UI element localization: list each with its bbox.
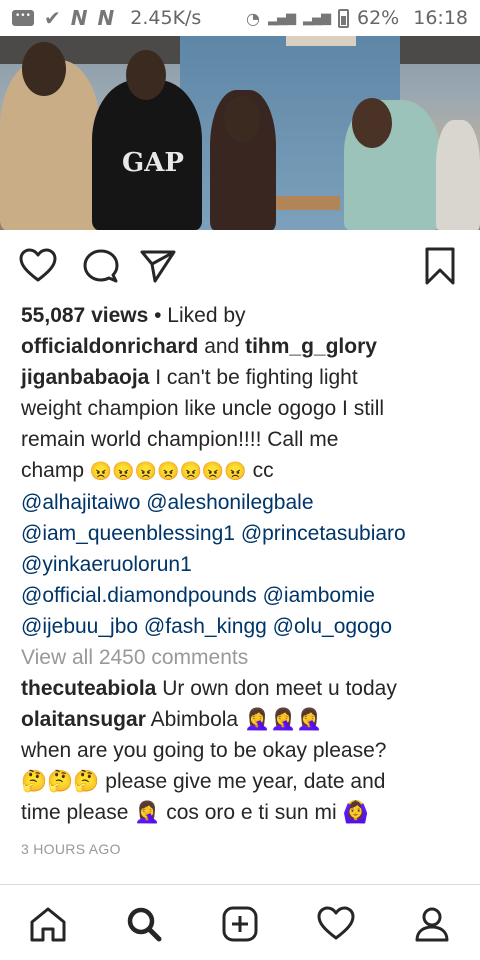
- liker-username[interactable]: officialdonrichard: [21, 335, 198, 358]
- mention-line: @iam_queenblessing1 @princetasubiaro: [21, 518, 467, 549]
- post-actions: [0, 238, 480, 294]
- post-details: 55,087 views • Liked by officialdonricha…: [21, 300, 467, 865]
- liker-username-2[interactable]: tihm_g_glory: [245, 335, 377, 358]
- mention-line: @ijebuu_jbo @fash_kingg @olu_ogogo: [21, 611, 467, 642]
- photo-head-1: [22, 42, 66, 96]
- bottom-nav: [0, 884, 480, 960]
- mention-link[interactable]: @yinkaeruolorun1: [21, 553, 192, 576]
- home-icon: [30, 907, 66, 941]
- comment: olaitansugar Abimbola 🤦‍♀️🤦‍♀️🤦‍♀️: [21, 704, 467, 735]
- likes-line: 55,087 views • Liked by: [21, 300, 467, 331]
- send-icon[interactable]: [138, 246, 178, 286]
- download-check-icon: ✔: [44, 6, 61, 30]
- post-timestamp: 3 HOURS AGO: [21, 841, 121, 857]
- author-username[interactable]: jiganbabaoja: [21, 366, 149, 389]
- clock: 16:18: [413, 7, 468, 29]
- network-speed: 2.45K/s: [130, 7, 202, 29]
- nav-new-post[interactable]: [216, 900, 264, 948]
- caption-line: champ 😠😠😠😠😠😠😠 cc: [21, 455, 467, 487]
- comment-username[interactable]: olaitansugar: [21, 708, 146, 731]
- mention-link[interactable]: @olu_ogogo: [273, 615, 392, 638]
- view-all-comments-link[interactable]: View all 2450 comments: [21, 642, 467, 673]
- caption-line: jiganbabaoja I can't be fighting light: [21, 362, 467, 393]
- photo-head-4: [352, 98, 392, 148]
- battery-level: 62%: [357, 7, 400, 29]
- comment-text: when are you going to be okay please?: [21, 739, 387, 762]
- signal-icon: ▂▄▆: [268, 10, 296, 26]
- add-post-icon: [222, 906, 258, 941]
- mention-link[interactable]: @ijebuu_jbo: [21, 615, 138, 638]
- comment-text: time please 🤦‍♀️ cos oro e ti sun mi 🙆‍♀…: [21, 801, 369, 824]
- comment-text: Abimbola 🤦‍♀️🤦‍♀️🤦‍♀️: [150, 708, 323, 731]
- mention-line: @official.diamondpounds @iambomie: [21, 580, 467, 611]
- nav-activity[interactable]: [312, 900, 360, 948]
- mention-line: @yinkaeruolorun1: [21, 549, 467, 580]
- wifi-icon: ◔: [246, 8, 260, 28]
- mention-link[interactable]: @fash_kingg: [144, 615, 267, 638]
- liked-by-label: • Liked by: [154, 304, 246, 327]
- cc-label: cc: [252, 459, 274, 482]
- status-bar: ✔ N N 2.45K/s ◔ ▂▄▆ ▂▄▆ 62% 16:18: [0, 0, 480, 36]
- battery-icon: [338, 8, 349, 28]
- photo-head-3: [224, 96, 260, 142]
- caption-text: champ: [21, 459, 85, 482]
- nav-profile[interactable]: [408, 900, 456, 948]
- heart-icon[interactable]: [18, 246, 58, 286]
- notification-n-icon-2: N: [97, 6, 115, 30]
- mention-line: @alhajitaiwo @aleshonilegbale: [21, 487, 467, 518]
- mention-link[interactable]: @alhajitaiwo: [21, 491, 140, 514]
- photo-head-2: [126, 50, 166, 100]
- caption-text: I can't be fighting light: [155, 366, 358, 389]
- message-notification-icon: [12, 10, 34, 26]
- mention-link[interactable]: @princetasubiaro: [241, 522, 406, 545]
- bookmark-icon[interactable]: [420, 246, 460, 286]
- caption-line: weight champion like uncle ogogo I still: [21, 397, 385, 420]
- nav-search[interactable]: [120, 900, 168, 948]
- photo-person-5: [436, 120, 480, 230]
- mention-link[interactable]: @iam_queenblessing1: [21, 522, 235, 545]
- profile-icon: [415, 907, 449, 941]
- caption-line: remain world champion!!!! Call me: [21, 428, 339, 451]
- and-label: and: [204, 335, 240, 358]
- comment-text: 🤔🤔🤔 please give me year, date and: [21, 770, 386, 793]
- activity-heart-icon: [317, 906, 355, 939]
- angry-emoji-row: 😠😠😠😠😠😠😠: [89, 461, 247, 481]
- nav-home[interactable]: [24, 900, 72, 948]
- photo-sign: [286, 36, 356, 46]
- likers-line: officialdonrichard and tihm_g_glory: [21, 331, 467, 362]
- comment-icon[interactable]: [80, 246, 120, 286]
- shirt-logo-text: GAP: [122, 148, 184, 178]
- views-count[interactable]: 55,087 views: [21, 304, 148, 327]
- search-icon: [127, 907, 162, 941]
- signal-icon-2: ▂▄▆: [303, 10, 331, 26]
- mention-link[interactable]: @official.diamondpounds: [21, 584, 257, 607]
- comment-text: Ur own don meet u today: [162, 677, 397, 700]
- mention-link[interactable]: @iambomie: [263, 584, 375, 607]
- mention-link[interactable]: @aleshonilegbale: [146, 491, 313, 514]
- comment-username[interactable]: thecuteabiola: [21, 677, 156, 700]
- notification-n-icon: N: [70, 6, 88, 30]
- post-image[interactable]: GAP: [0, 36, 480, 230]
- comment: thecuteabiola Ur own don meet u today: [21, 673, 467, 704]
